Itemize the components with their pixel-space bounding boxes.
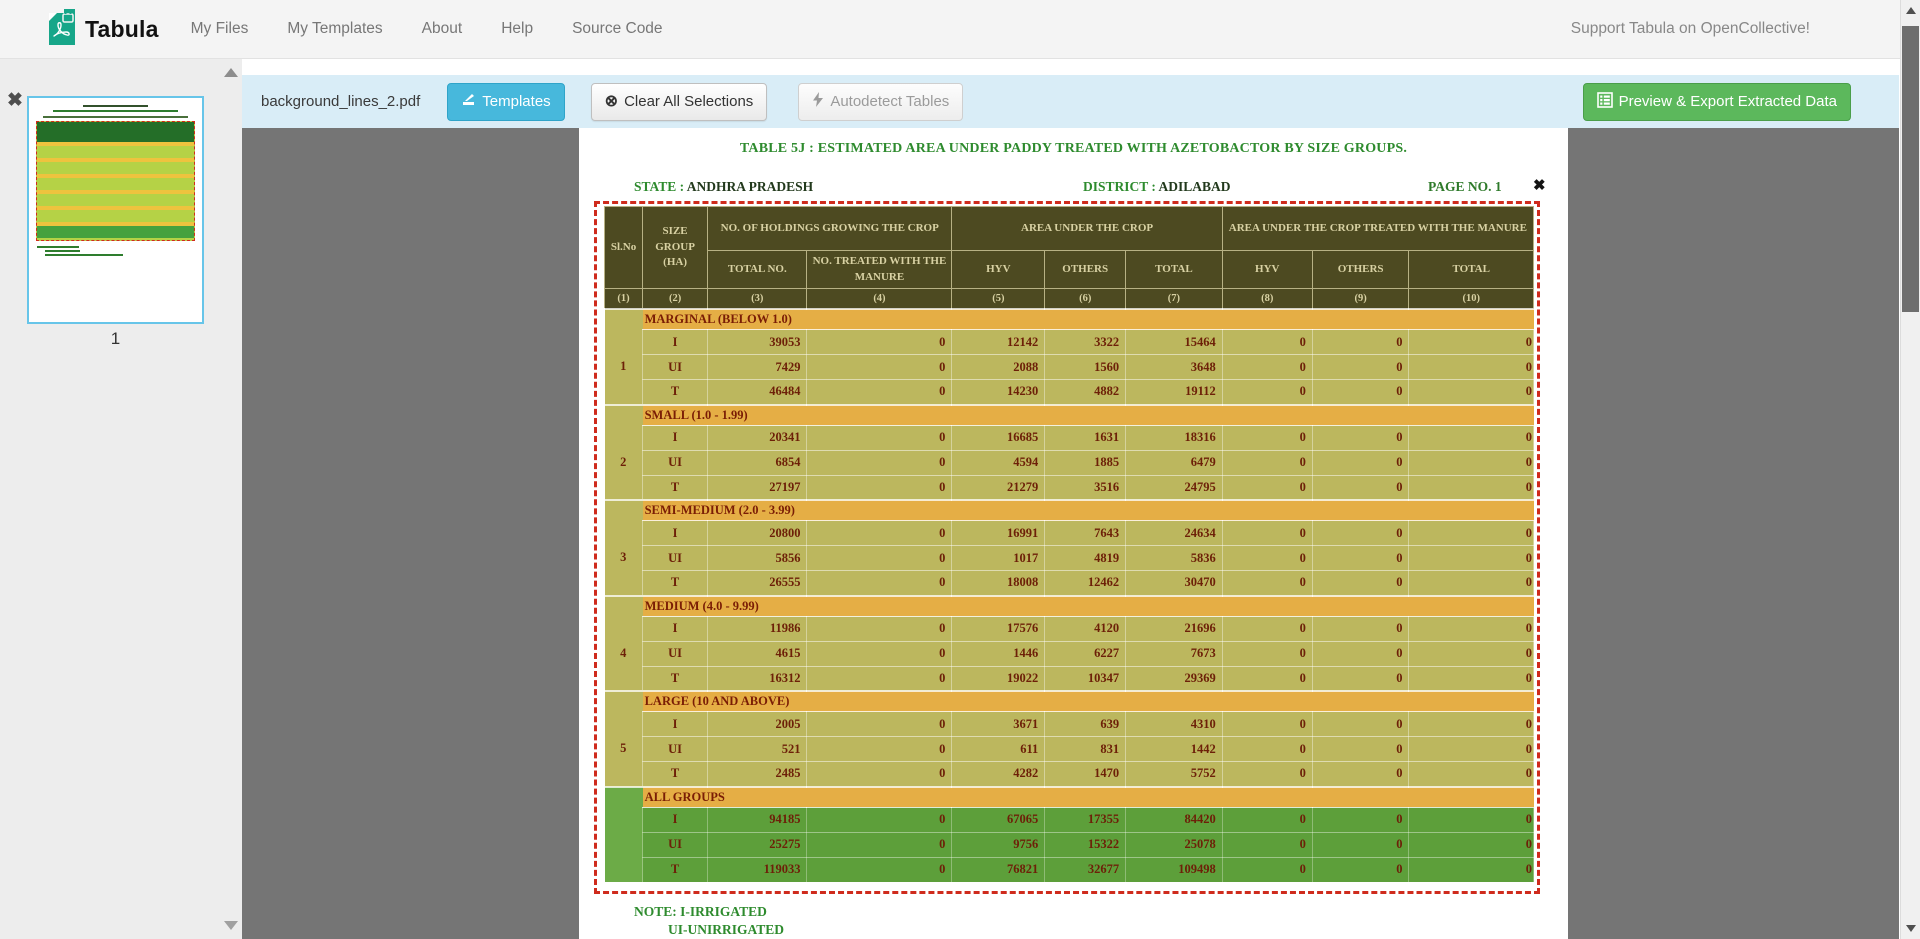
page-no-field: PAGE NO. 1 <box>1428 179 1502 195</box>
page-thumbnail[interactable] <box>27 96 204 324</box>
thumb-group-rows <box>37 162 194 174</box>
brand-name: Tabula <box>85 16 159 43</box>
thumb-group-rows <box>37 146 194 158</box>
state-field: STATE : ANDHRA PRADESH <box>634 179 813 195</box>
nav-my-files[interactable]: My Files <box>191 20 249 38</box>
thumb-note-line <box>37 246 79 248</box>
nav-source-code[interactable]: Source Code <box>572 20 662 38</box>
nav-my-templates[interactable]: My Templates <box>287 20 382 38</box>
pdf-viewer[interactable]: TABLE 5J : ESTIMATED AREA UNDER PADDY TR… <box>242 128 1899 939</box>
page-scrollbar[interactable] <box>1900 0 1920 939</box>
support-link[interactable]: Support Tabula on OpenCollective! <box>1571 20 1810 38</box>
thumb-meta-line <box>43 116 188 118</box>
templates-button[interactable]: Templates <box>447 83 564 121</box>
nav-help[interactable]: Help <box>501 20 533 38</box>
main-nav: My Files My Templates About Help Source … <box>191 20 663 38</box>
navbar: Tabula My Files My Templates About Help … <box>0 0 1920 59</box>
note-line-1: NOTE: I-IRRIGATED <box>634 904 767 920</box>
scroll-down-icon[interactable] <box>1901 921 1920 937</box>
app-body: ✖ 1 background_lines_2.pdf <box>0 59 1899 939</box>
thumb-note-line <box>45 250 80 252</box>
scroll-up-icon[interactable] <box>1901 2 1920 18</box>
table-list-icon <box>1597 92 1613 112</box>
thumb-note-line <box>45 254 123 256</box>
sidebar-scroll-up-icon[interactable] <box>224 68 238 77</box>
thumb-group-rows <box>37 194 194 206</box>
tabula-brand[interactable]: Tabula <box>44 8 159 51</box>
remove-circle-icon: ⊗ <box>605 94 618 110</box>
remove-file-icon[interactable]: ✖ <box>7 91 23 110</box>
selection-close-icon[interactable]: ✖ <box>1533 176 1546 194</box>
pdf-page[interactable]: TABLE 5J : ESTIMATED AREA UNDER PADDY TR… <box>579 128 1568 939</box>
district-field: DISTRICT : ADILABAD <box>1083 179 1231 195</box>
nav-about[interactable]: About <box>422 20 463 38</box>
note-line-2: UI-UNIRRIGATED <box>668 922 784 938</box>
preview-export-button[interactable]: Preview & Export Extracted Data <box>1583 83 1851 121</box>
page-number-label: 1 <box>27 329 204 349</box>
tabula-logo-icon <box>44 8 76 51</box>
document-toolbar: background_lines_2.pdf Templates ⊗ Clear… <box>242 75 1899 128</box>
autodetect-tables-button[interactable]: Autodetect Tables <box>798 83 963 121</box>
thumbnail-mini-table <box>36 121 195 241</box>
thumb-title-line <box>53 110 178 112</box>
flash-icon <box>812 92 824 111</box>
thumb-table-header <box>37 122 194 142</box>
main-content: background_lines_2.pdf Templates ⊗ Clear… <box>242 59 1899 939</box>
sidebar-scroll-down-icon[interactable] <box>224 921 238 930</box>
thumb-group-rows <box>37 226 194 238</box>
thumb-title-line <box>83 105 149 107</box>
document-title: TABLE 5J : ESTIMATED AREA UNDER PADDY TR… <box>579 141 1568 157</box>
clear-selections-button[interactable]: ⊗ Clear All Selections <box>591 83 768 121</box>
scrollbar-thumb[interactable] <box>1902 26 1919 312</box>
thumb-group-rows <box>37 210 194 222</box>
template-icon <box>461 92 476 111</box>
thumbnail-sidebar: ✖ 1 <box>0 59 242 939</box>
selection-box[interactable] <box>594 201 1540 894</box>
document-filename: background_lines_2.pdf <box>261 93 420 110</box>
thumb-group-rows <box>37 178 194 190</box>
